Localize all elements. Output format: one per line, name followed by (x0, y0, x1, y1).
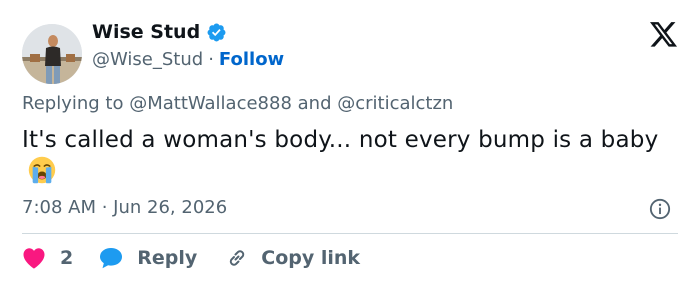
post-timestamp[interactable]: 7:08 AM · Jun 26, 2026 (22, 197, 227, 218)
copy-link-label: Copy link (261, 247, 361, 269)
like-count: 2 (60, 247, 74, 269)
avatar[interactable] (22, 24, 82, 84)
replying-to-joiner: and (291, 93, 338, 114)
verified-badge-icon (207, 23, 226, 41)
author-display-name[interactable]: Wise Stud (92, 21, 200, 43)
copy-link-button[interactable]: Copy link (225, 246, 360, 270)
post-date: Jun 26, 2026 (113, 197, 228, 218)
timestamp-separator: · (96, 197, 114, 218)
link-icon (230, 250, 245, 266)
mention-link[interactable]: @criticalctzn (337, 93, 453, 114)
embedded-post-card: Wise Stud @Wise_Stud · Follow Replying t… (0, 0, 700, 287)
action-bar: 2 Reply Copy link (22, 246, 360, 270)
x-logo-icon[interactable] (650, 22, 678, 48)
mention-link[interactable]: @MattWallace888 (129, 93, 292, 114)
author-handle[interactable]: @Wise_Stud (92, 49, 203, 70)
avatar-photo (22, 24, 82, 84)
separator-dot: · (208, 49, 214, 70)
reply-label: Reply (137, 247, 198, 269)
follow-button[interactable]: Follow (219, 49, 284, 70)
heart-icon (23, 248, 45, 269)
like-button[interactable]: 2 (22, 247, 73, 269)
loudly-crying-face-icon (28, 156, 56, 184)
replying-to-line: Replying to @MattWallace888 and @critica… (22, 93, 453, 114)
author-name-row: Wise Stud (92, 21, 227, 43)
reply-button[interactable]: Reply (99, 247, 197, 269)
author-handle-row: @Wise_Stud · Follow (92, 49, 284, 70)
divider (22, 233, 678, 234)
post-time: 7:08 AM (22, 197, 96, 218)
post-text-block: It's called a woman's body... not every … (22, 124, 672, 188)
info-icon[interactable] (649, 198, 671, 220)
post-text: It's called a woman's body... not every … (22, 127, 659, 153)
replying-to-prefix: Replying to (22, 93, 130, 114)
speech-bubble-icon (100, 248, 123, 269)
